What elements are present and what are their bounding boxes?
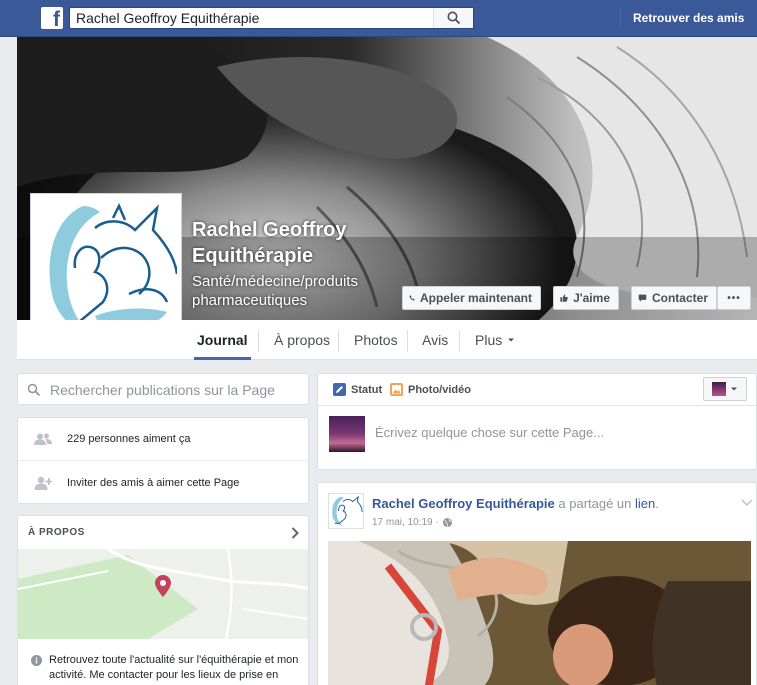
post-link-word[interactable]: lien bbox=[635, 496, 655, 511]
contact-label: Contacter bbox=[651, 291, 708, 305]
photo-video-tab[interactable]: Photo/vidéo bbox=[390, 383, 471, 396]
tab-more-label: Plus bbox=[475, 332, 503, 348]
top-bar: f Retrouver des amis bbox=[0, 0, 757, 37]
tab-separator bbox=[459, 330, 460, 352]
equitherapie-logo bbox=[35, 198, 179, 340]
tab-separator bbox=[258, 330, 259, 352]
page-search-placeholder: Rechercher publications sur la Page bbox=[50, 382, 275, 398]
people-icon bbox=[34, 433, 52, 445]
composer-input[interactable]: Écrivez quelque chose sur cette Page... bbox=[375, 425, 604, 440]
tab-more[interactable]: Plus bbox=[475, 320, 515, 360]
like-page-label: J'aime bbox=[573, 291, 610, 305]
photo-icon bbox=[390, 383, 403, 396]
edit-icon bbox=[333, 383, 346, 396]
page-posts-search[interactable]: Rechercher publications sur la Page bbox=[17, 373, 309, 405]
search-button[interactable] bbox=[433, 8, 473, 28]
likes-row[interactable]: 229 personnes aiment ça bbox=[18, 418, 308, 461]
facebook-logo[interactable]: f bbox=[41, 7, 63, 31]
location-map[interactable] bbox=[18, 549, 308, 639]
global-search[interactable] bbox=[69, 7, 474, 29]
page-title: Rachel Geoffroy Equithérapie bbox=[192, 219, 347, 267]
post-image[interactable] bbox=[328, 541, 751, 685]
likes-count: 229 personnes aiment ça bbox=[67, 433, 191, 445]
tab-journal[interactable]: Journal bbox=[194, 320, 251, 360]
globe-icon bbox=[442, 518, 452, 527]
tab-photos[interactable]: Photos bbox=[354, 320, 398, 360]
status-tab[interactable]: Statut bbox=[333, 383, 382, 396]
map-pin-icon bbox=[155, 575, 171, 597]
info-icon bbox=[31, 655, 42, 666]
search-icon bbox=[447, 11, 460, 25]
tab-about[interactable]: À propos bbox=[274, 320, 330, 360]
call-now-button[interactable]: Appeler maintenant bbox=[402, 286, 541, 310]
chevron-right-icon bbox=[291, 527, 299, 539]
post-as-selector[interactable] bbox=[703, 377, 747, 401]
like-page-button[interactable]: J'aime bbox=[553, 286, 619, 310]
about-description: Retrouvez toute l'actualité sur l'équith… bbox=[49, 654, 299, 685]
add-friend-icon bbox=[34, 476, 52, 490]
tab-reviews[interactable]: Avis bbox=[422, 320, 448, 360]
page-tabs: Journal À propos Photos Avis Plus bbox=[17, 320, 757, 360]
post-period: . bbox=[655, 496, 659, 511]
more-actions-button[interactable]: ••• bbox=[717, 286, 751, 310]
logo-glyph: f bbox=[53, 8, 60, 31]
topbar-divider bbox=[620, 8, 621, 28]
author-avatar bbox=[328, 493, 364, 529]
horse-child-photo bbox=[328, 541, 751, 685]
page-avatar-small bbox=[712, 382, 726, 396]
find-friends-link[interactable]: Retrouver des amis bbox=[633, 11, 744, 25]
message-icon bbox=[638, 294, 647, 302]
call-now-label: Appeler maintenant bbox=[419, 291, 532, 305]
post-timestamp[interactable]: 17 mai, 10:19 · bbox=[372, 517, 439, 528]
about-heading[interactable]: À PROPOS bbox=[28, 527, 85, 538]
post-header: Rachel Geoffroy Equithérapie a partagé u… bbox=[372, 496, 659, 511]
contact-button[interactable]: Contacter bbox=[631, 286, 717, 310]
invite-friends-row[interactable]: Inviter des amis à aimer cette Page bbox=[18, 462, 308, 505]
post-action: a partagé un bbox=[558, 496, 632, 511]
invite-friends-label: Inviter des amis à aimer cette Page bbox=[67, 477, 240, 489]
page-avatar bbox=[329, 416, 365, 452]
thumbs-up-icon bbox=[560, 294, 568, 302]
caret-down-icon bbox=[731, 387, 737, 391]
post-author-name[interactable]: Rachel Geoffroy Equithérapie bbox=[372, 496, 555, 511]
page-stats-card: 229 personnes aiment ça Inviter des amis… bbox=[17, 417, 309, 504]
status-label: Statut bbox=[351, 383, 383, 396]
about-card: À PROPOS Retrouvez toute l'actualité sur… bbox=[17, 515, 309, 685]
photo-video-label: Photo/vidéo bbox=[408, 383, 471, 396]
post-composer: Statut Photo/vidéo Écrivez quelque chose… bbox=[317, 373, 757, 470]
phone-icon bbox=[409, 295, 415, 301]
shared-post: Rachel Geoffroy Equithérapie a partagé u… bbox=[317, 482, 757, 685]
post-timestamp-row: 17 mai, 10:19 · bbox=[372, 517, 452, 528]
page-category[interactable]: Santé/médecine/produits pharmaceutiques bbox=[192, 272, 402, 310]
caret-down-icon bbox=[508, 338, 515, 342]
composer-divider bbox=[318, 405, 756, 406]
search-input[interactable] bbox=[70, 8, 435, 28]
tab-separator bbox=[338, 330, 339, 352]
chevron-down-icon bbox=[741, 499, 753, 507]
search-icon bbox=[27, 383, 41, 397]
tab-separator bbox=[407, 330, 408, 352]
